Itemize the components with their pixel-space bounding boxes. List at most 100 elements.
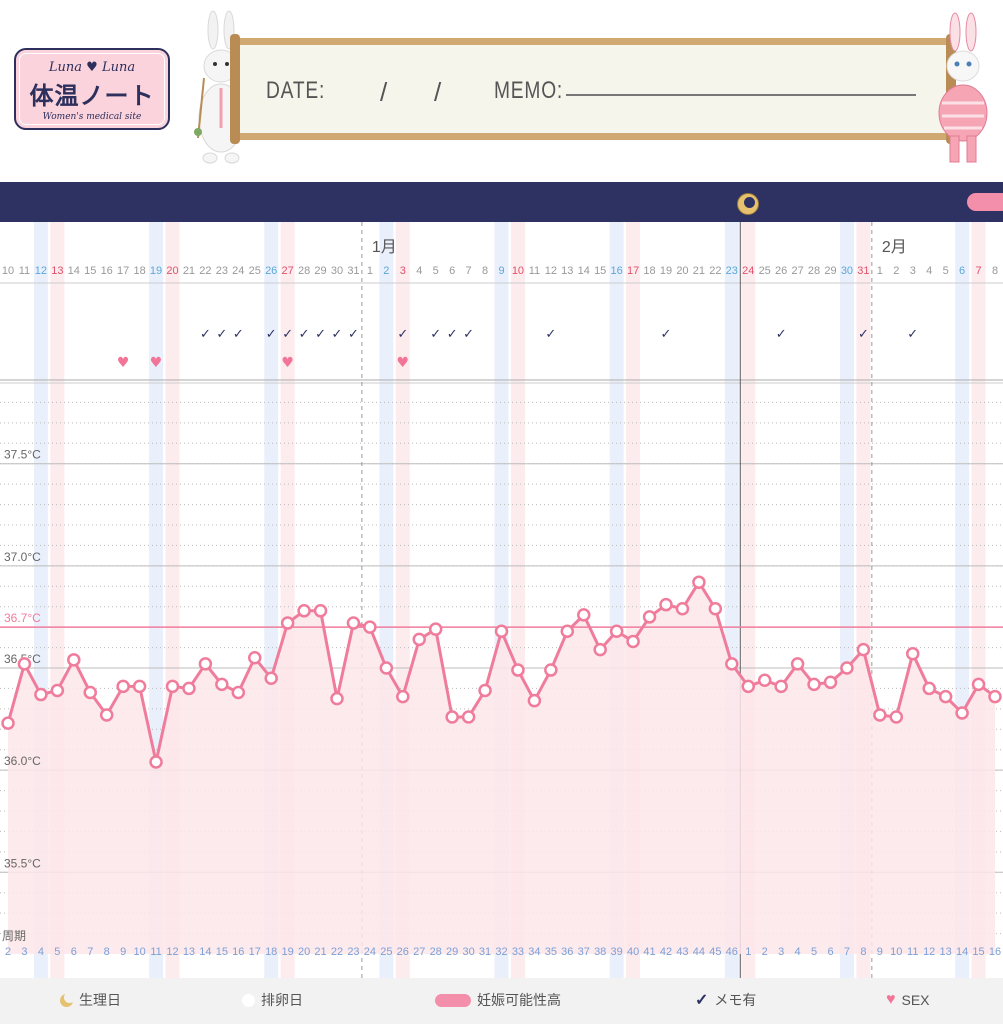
cycle-day-label: 7 <box>844 946 850 958</box>
temperature-point <box>313 604 328 618</box>
date-label: 15 <box>594 265 606 277</box>
date-label: 26 <box>265 265 277 277</box>
cycle-day-label: 13 <box>940 946 952 958</box>
memo-check-icon: ✓ <box>266 327 277 342</box>
circle-icon <box>242 993 255 1007</box>
temperature-point <box>34 687 48 702</box>
cycle-day-label: 8 <box>860 946 866 958</box>
date-label: 16 <box>101 265 113 277</box>
cycle-day-label: 3 <box>21 946 27 958</box>
temperature-point <box>1 716 15 730</box>
memo-check-icon: ✓ <box>661 327 672 342</box>
pill-icon <box>435 993 471 1007</box>
temperature-point <box>955 706 969 720</box>
date-label: 2 <box>383 265 389 277</box>
scroll-rod-left <box>230 34 240 144</box>
bbt-chart[interactable]: 37.5°C37.0°C36.7°C36.5°C36.0°C35.5°C1月2月… <box>0 222 1003 978</box>
cycle-day-label: 14 <box>199 946 211 958</box>
temperature-point <box>971 677 986 692</box>
temperature-point <box>215 677 229 692</box>
lunaluna-logo[interactable]: Luna ♥ Luna 体温ノート Women's medical site <box>14 48 170 130</box>
temperature-point <box>99 708 114 722</box>
bbt-chart-svg[interactable]: 37.5°C37.0°C36.7°C36.5°C36.0°C35.5°C1月2月… <box>0 222 1003 978</box>
temperature-point <box>692 575 706 589</box>
scroll-handle[interactable] <box>967 193 1003 211</box>
cycle-day-label: 4 <box>795 946 801 958</box>
moon-icon <box>60 991 75 1007</box>
temperature-point <box>445 710 459 724</box>
period-marker-icon[interactable] <box>737 193 759 215</box>
sex-heart-icon: ♥ <box>281 355 294 371</box>
cycle-day-label: 17 <box>249 946 261 958</box>
cycle-day-label: 3 <box>778 946 784 958</box>
date-label: 25 <box>249 265 261 277</box>
temperature-point <box>938 689 953 704</box>
y-tick-label: 37.5°C <box>4 448 41 462</box>
date-label: 21 <box>693 265 705 277</box>
date-label: 10 <box>2 265 14 277</box>
cycle-day-label: 2 <box>5 946 11 958</box>
legend-fertile-label: 妊娠可能性高 <box>477 992 561 1008</box>
cycle-day-label: 33 <box>512 946 524 958</box>
date-label: 5 <box>433 265 439 277</box>
temperature-point <box>906 646 920 661</box>
cycle-day-label: 6 <box>71 946 77 958</box>
date-label: 30 <box>841 265 853 277</box>
cycle-day-label: 39 <box>611 946 623 958</box>
temperature-point <box>412 632 426 647</box>
memo-check-icon: ✓ <box>216 327 227 342</box>
temperature-point <box>609 624 624 638</box>
date-label: 31 <box>347 265 359 277</box>
temperature-point <box>675 602 690 616</box>
temperature-point <box>478 683 492 698</box>
cycle-day-label: 41 <box>643 946 655 958</box>
temperature-point <box>889 710 904 724</box>
cycle-day-label: 36 <box>561 946 573 958</box>
temperature-point <box>396 689 410 704</box>
memo-check-icon: ✓ <box>858 327 869 342</box>
date-label: 8 <box>482 265 488 277</box>
memo-check-icon: ✓ <box>348 327 359 342</box>
date-label: 19 <box>150 265 162 277</box>
sex-heart-icon: ♥ <box>397 355 410 371</box>
memo-check-icon: ✓ <box>332 327 343 342</box>
date-label: 6 <box>959 265 965 277</box>
date-label: 13 <box>561 265 573 277</box>
cycle-day-label: 16 <box>232 946 244 958</box>
cycle-day-label: 30 <box>462 946 474 958</box>
date-label: 9 <box>498 265 504 277</box>
cycle-day-label: 42 <box>660 946 672 958</box>
date-label: 7 <box>466 265 472 277</box>
date-memo-scroll: DATE: / / MEMO: <box>230 34 956 144</box>
temperature-point <box>363 620 377 634</box>
date-label: 3 <box>400 265 406 277</box>
logo-brand: Luna ♥ Luna <box>48 60 136 75</box>
date-label: 30 <box>331 265 343 277</box>
date-label: DATE: <box>266 77 326 104</box>
temperature-point <box>725 657 739 671</box>
temperature-point <box>248 651 262 665</box>
temperature-point <box>840 661 854 675</box>
legend-ovulation: 排卵日 <box>242 989 303 1011</box>
heart-icon: ♥ <box>886 991 896 1008</box>
date-label: 24 <box>742 265 754 277</box>
memo-check-icon: ✓ <box>430 327 441 342</box>
date-label: 13 <box>51 265 63 277</box>
memo-check-icon: ✓ <box>282 327 293 342</box>
cycle-day-label: 38 <box>594 946 606 958</box>
temperature-point <box>198 657 213 671</box>
temperature-point <box>823 675 838 690</box>
cycle-day-label: 4 <box>38 946 44 958</box>
cycle-day-label: 5 <box>811 946 817 958</box>
memo-check-icon: ✓ <box>776 327 787 342</box>
date-label: 29 <box>824 265 836 277</box>
y-tick-label: 37.0°C <box>4 550 41 564</box>
date-label: 11 <box>529 265 540 277</box>
temperature-point <box>83 685 97 700</box>
date-label: 31 <box>857 265 869 277</box>
temperature-point <box>297 604 311 618</box>
pink-bunny-illustration <box>938 12 988 163</box>
cycle-day-label: 44 <box>693 946 705 958</box>
timeline-bar[interactable] <box>0 182 1003 222</box>
cycle-day-label: 16 <box>989 946 1001 958</box>
